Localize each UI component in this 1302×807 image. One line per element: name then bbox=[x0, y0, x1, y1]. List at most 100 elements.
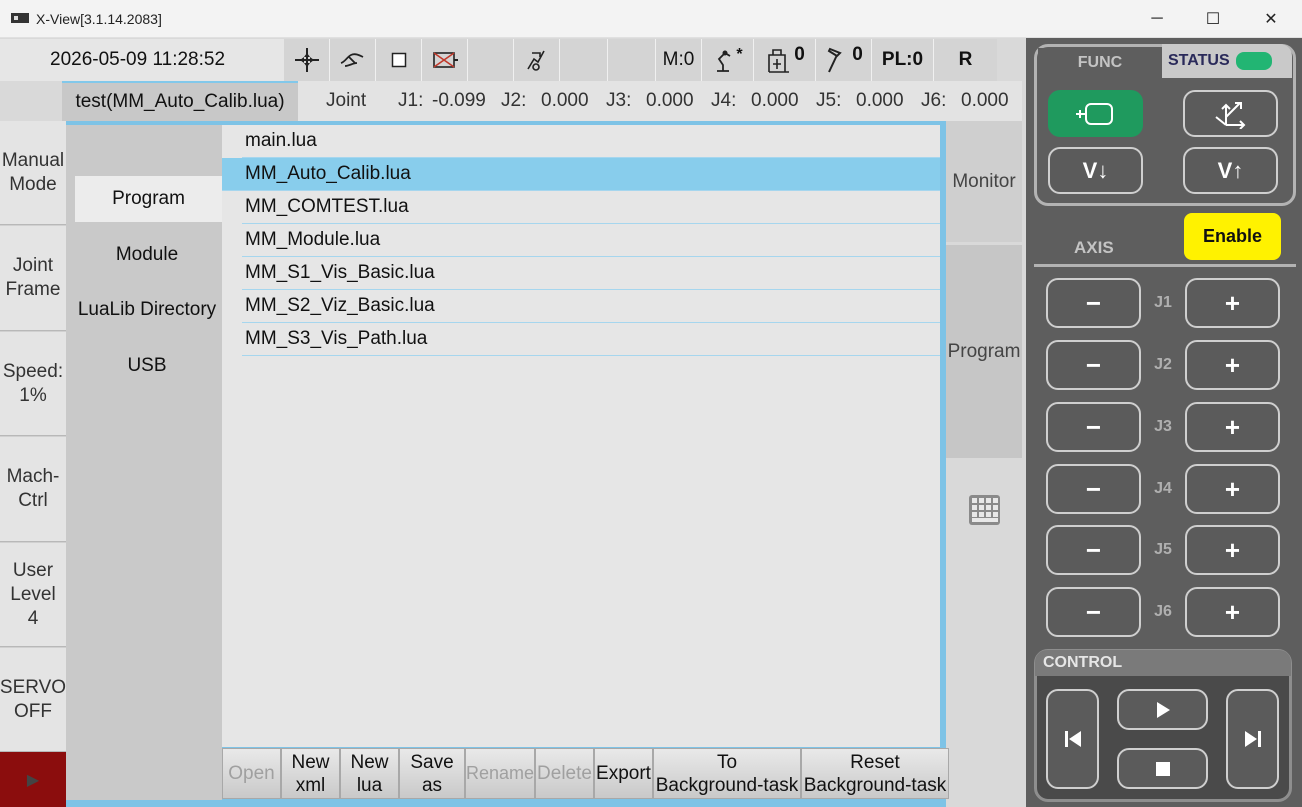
new-lua-button[interactable]: New lua bbox=[340, 748, 399, 799]
run-button[interactable]: ▶ bbox=[0, 752, 66, 807]
hammer-indicator: 0 bbox=[816, 39, 872, 81]
j1-minus-button[interactable]: − bbox=[1046, 278, 1141, 328]
j2-axis-label: J2 bbox=[1154, 356, 1172, 373]
side-menu: Manual Mode Joint Frame Speed: 1% Mach- … bbox=[0, 121, 66, 807]
hammer-count: 0 bbox=[852, 44, 863, 65]
j5-label: J5: bbox=[816, 90, 842, 111]
j3-plus-button[interactable]: + bbox=[1185, 402, 1280, 452]
file-list: main.lua MM_Auto_Calib.lua MM_COMTEST.lu… bbox=[222, 125, 940, 747]
pl-indicator: PL:0 bbox=[872, 39, 934, 81]
velocity-down-button[interactable]: V↓ bbox=[1048, 147, 1143, 194]
file-item[interactable]: MM_COMTEST.lua bbox=[242, 191, 940, 224]
datetime-display: 2026-05-09 11:28:52 bbox=[0, 39, 284, 81]
empty-slot-2 bbox=[560, 39, 608, 81]
velocity-up-button[interactable]: V↑ bbox=[1183, 147, 1278, 194]
robot-arm-icon bbox=[717, 50, 731, 72]
j5-plus-button[interactable]: + bbox=[1185, 525, 1280, 575]
category-panel: Program Module LuaLib Directory USB bbox=[66, 125, 222, 800]
tool-frame-indicator: 0 bbox=[754, 39, 816, 81]
delete-button[interactable]: Delete bbox=[535, 748, 594, 799]
to-background-task-button[interactable]: To Background-task bbox=[653, 748, 801, 799]
j3-value: 0.000 bbox=[646, 90, 694, 111]
file-item-selected[interactable]: MM_Auto_Calib.lua bbox=[222, 158, 940, 191]
mode-button[interactable]: Manual Mode bbox=[0, 121, 66, 225]
step-forward-button[interactable] bbox=[1226, 689, 1279, 789]
joint-readout: Joint J1: -0.099 J2: 0.000 J3: 0.000 J4:… bbox=[298, 81, 1022, 121]
joint-mode-label: Joint bbox=[326, 90, 367, 111]
hammer-icon bbox=[827, 47, 842, 73]
j1-axis-label: J1 bbox=[1154, 294, 1172, 311]
tool-mode-icon bbox=[1075, 102, 1113, 125]
mach-ctrl-button[interactable]: Mach- Ctrl bbox=[0, 437, 66, 542]
crosshair-icon[interactable] bbox=[284, 39, 330, 81]
minimize-button[interactable]: ─ bbox=[1128, 0, 1186, 38]
tool-frame-count: 0 bbox=[794, 44, 805, 65]
j6-value: 0.000 bbox=[961, 90, 1009, 111]
j4-axis-label: J4 bbox=[1154, 480, 1172, 497]
tool-mode-button[interactable] bbox=[1048, 90, 1143, 137]
status-toolbar: M:0 * 0 0 PL:0 R bbox=[284, 39, 997, 81]
open-file-tab[interactable]: test(MM_Auto_Calib.lua) bbox=[62, 81, 298, 121]
j5-minus-button[interactable]: − bbox=[1046, 525, 1141, 575]
window-title: X-View[3.1.14.2083] bbox=[36, 11, 162, 27]
j1-plus-button[interactable]: + bbox=[1185, 278, 1280, 328]
j4-label: J4: bbox=[711, 90, 737, 111]
file-item[interactable]: MM_Module.lua bbox=[242, 224, 940, 257]
category-program[interactable]: Program bbox=[75, 176, 222, 222]
close-button[interactable]: ✕ bbox=[1242, 0, 1300, 38]
jog-pendant: FUNC STATUS V↓ V↑ AXIS Enable − J1 + − J… bbox=[1026, 38, 1302, 807]
robot-arm-badge: * bbox=[736, 46, 743, 63]
func-tab[interactable]: FUNC bbox=[1038, 48, 1162, 78]
j4-value: 0.000 bbox=[751, 90, 799, 111]
brake-off-icon[interactable] bbox=[422, 39, 468, 81]
coordinate-mode-button[interactable] bbox=[1183, 90, 1278, 137]
stop-icon bbox=[1155, 761, 1170, 776]
new-xml-button[interactable]: New xml bbox=[281, 748, 340, 799]
enable-button[interactable]: Enable bbox=[1184, 213, 1281, 260]
file-item[interactable]: main.lua bbox=[242, 125, 940, 158]
keypad-icon[interactable] bbox=[968, 494, 1001, 526]
speed-button[interactable]: Speed: 1% bbox=[0, 332, 66, 436]
frame-button[interactable]: Joint Frame bbox=[0, 226, 66, 331]
maximize-button[interactable]: ☐ bbox=[1184, 0, 1242, 38]
j5-axis-label: J5 bbox=[1154, 541, 1172, 558]
export-button[interactable]: Export bbox=[594, 748, 653, 799]
stop-square-icon[interactable] bbox=[376, 39, 422, 81]
category-module[interactable]: Module bbox=[72, 232, 222, 278]
j6-minus-button[interactable]: − bbox=[1046, 587, 1141, 637]
category-lualib[interactable]: LuaLib Directory bbox=[72, 287, 222, 333]
j3-axis-label: J3 bbox=[1154, 418, 1172, 435]
j2-minus-button[interactable]: − bbox=[1046, 340, 1141, 390]
stop-button[interactable] bbox=[1117, 748, 1208, 789]
open-button[interactable]: Open bbox=[222, 748, 281, 799]
coordinate-axes-icon bbox=[1214, 101, 1245, 129]
j3-minus-button[interactable]: − bbox=[1046, 402, 1141, 452]
j6-axis-label: J6 bbox=[1154, 603, 1172, 620]
tool-frame-icon bbox=[768, 49, 790, 73]
reset-background-task-button[interactable]: Reset Background-task bbox=[801, 748, 949, 799]
j4-plus-button[interactable]: + bbox=[1185, 464, 1280, 514]
j4-minus-button[interactable]: − bbox=[1046, 464, 1141, 514]
servo-button[interactable]: SERVO OFF bbox=[0, 648, 66, 752]
j6-plus-button[interactable]: + bbox=[1185, 587, 1280, 637]
hand-guide-icon[interactable] bbox=[330, 39, 376, 81]
step-back-button[interactable] bbox=[1046, 689, 1099, 789]
category-usb[interactable]: USB bbox=[72, 343, 222, 389]
tab-monitor[interactable]: Monitor bbox=[946, 121, 1022, 242]
j2-plus-button[interactable]: + bbox=[1185, 340, 1280, 390]
file-item[interactable]: MM_S3_Vis_Path.lua bbox=[242, 323, 940, 356]
j3-label: J3: bbox=[606, 90, 632, 111]
empty-slot bbox=[468, 39, 514, 81]
rename-button[interactable]: Rename bbox=[465, 748, 535, 799]
tab-program[interactable]: Program bbox=[946, 245, 1022, 458]
program-edit-icon[interactable] bbox=[514, 39, 560, 81]
axis-divider bbox=[1034, 264, 1296, 267]
user-level-button[interactable]: User Level 4 bbox=[0, 543, 66, 647]
play-button[interactable] bbox=[1117, 689, 1208, 730]
status-tab[interactable]: STATUS bbox=[1162, 44, 1292, 78]
title-bar: X-View[3.1.14.2083] ─ ☐ ✕ bbox=[0, 0, 1302, 38]
file-item[interactable]: MM_S2_Viz_Basic.lua bbox=[242, 290, 940, 323]
save-as-button[interactable]: Save as bbox=[399, 748, 465, 799]
j2-value: 0.000 bbox=[541, 90, 589, 111]
file-item[interactable]: MM_S1_Vis_Basic.lua bbox=[242, 257, 940, 290]
